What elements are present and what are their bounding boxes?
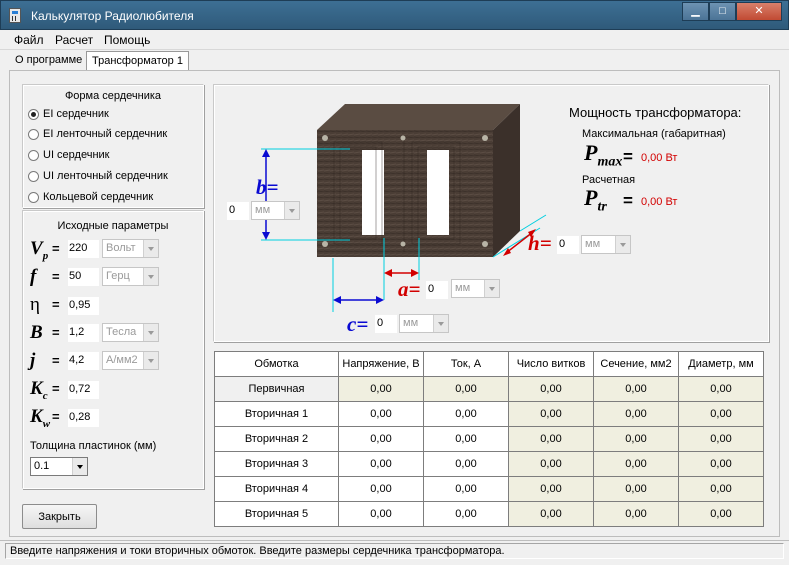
- table-cell: 0,00: [678, 451, 764, 477]
- eq-sign: =: [623, 191, 633, 210]
- table-cell: 0,00: [508, 501, 594, 527]
- table-cell: 0,00: [593, 476, 679, 502]
- table-row: Вторичная 4 0,00 0,00 0,00 0,00 0,00: [214, 476, 764, 502]
- windings-table: Обмотка Напряжение, В Ток, А Число витко…: [214, 351, 764, 527]
- table-cell[interactable]: 0,00: [423, 476, 509, 502]
- table-cell: 0,00: [593, 401, 679, 427]
- table-cell[interactable]: 0,00: [423, 426, 509, 452]
- table-cell: 0,00: [678, 501, 764, 527]
- power-title: Мощность трансформатора:: [569, 105, 742, 120]
- row-header: Вторичная 4: [214, 476, 339, 502]
- table-row: Первичная 0,00 0,00 0,00 0,00 0,00: [214, 376, 764, 402]
- table-header-row: Обмотка Напряжение, В Ток, А Число витко…: [214, 351, 764, 377]
- dim-h-unit-select[interactable]: мм: [581, 235, 631, 254]
- table-cell: 0,00: [508, 451, 594, 477]
- dim-a-unit-select[interactable]: мм: [451, 279, 500, 298]
- table-cell[interactable]: 0,00: [338, 476, 424, 502]
- status-bar: Введите напряжения и токи вторичных обмо…: [0, 540, 789, 560]
- chevron-down-icon[interactable]: [433, 315, 448, 332]
- table-cell[interactable]: 0,00: [423, 401, 509, 427]
- col-header: Напряжение, В: [338, 351, 424, 377]
- row-header: Вторичная 3: [214, 451, 339, 477]
- table-row: Вторичная 3 0,00 0,00 0,00 0,00 0,00: [214, 451, 764, 477]
- row-header: Вторичная 1: [214, 401, 339, 427]
- dim-c-unit-select[interactable]: мм: [399, 314, 449, 333]
- power-calc-value: 0,00 Вт: [641, 196, 678, 208]
- power-calc-symbol: Ptr: [584, 185, 607, 215]
- eq-sign: =: [623, 147, 633, 166]
- col-header: Сечение, мм2: [593, 351, 679, 377]
- table-cell[interactable]: 0,00: [423, 501, 509, 527]
- dim-b-label: b=: [256, 175, 279, 199]
- chevron-down-icon[interactable]: [484, 280, 499, 297]
- row-header: Вторичная 5: [214, 501, 339, 527]
- core-side-face: [493, 104, 520, 257]
- row-header: Вторичная 2: [214, 426, 339, 452]
- power-max-symbol: Pmax: [584, 140, 623, 170]
- table-cell: 0,00: [678, 401, 764, 427]
- col-header: Обмотка: [214, 351, 339, 377]
- table-cell[interactable]: 0,00: [423, 451, 509, 477]
- col-header: Ток, А: [423, 351, 509, 377]
- table-row: Вторичная 1 0,00 0,00 0,00 0,00 0,00: [214, 401, 764, 427]
- table-cell: 0,00: [678, 426, 764, 452]
- dim-h-input[interactable]: 0: [557, 236, 579, 254]
- row-header: Первичная: [214, 376, 339, 402]
- chevron-down-icon[interactable]: [615, 236, 630, 253]
- power-max-label: Максимальная (габаритная): [582, 128, 726, 140]
- table-cell: 0,00: [593, 501, 679, 527]
- table-cell: 0,00: [593, 451, 679, 477]
- dim-b-input[interactable]: 0: [227, 202, 249, 220]
- table-cell[interactable]: 0,00: [338, 401, 424, 427]
- table-cell: 0,00: [508, 401, 594, 427]
- table-cell[interactable]: 0,00: [338, 501, 424, 527]
- dim-b-unit-select[interactable]: мм: [251, 201, 300, 220]
- dim-h-label: h=: [528, 231, 552, 255]
- table-cell: 0,00: [678, 476, 764, 502]
- table-cell: 0,00: [593, 376, 679, 402]
- table-cell: 0,00: [508, 376, 594, 402]
- table-cell: 0,00: [508, 426, 594, 452]
- dim-a-label: a=: [398, 277, 421, 301]
- chevron-down-icon[interactable]: [284, 202, 299, 219]
- table-cell[interactable]: 0,00: [338, 426, 424, 452]
- table-cell[interactable]: 0,00: [338, 451, 424, 477]
- dim-c-label: c=: [347, 312, 369, 336]
- table-cell[interactable]: 0,00: [423, 376, 509, 402]
- dim-c-input[interactable]: 0: [375, 315, 397, 333]
- table-cell[interactable]: 0,00: [338, 376, 424, 402]
- col-header: Число витков: [508, 351, 594, 377]
- table-cell: 0,00: [678, 376, 764, 402]
- dim-a-input[interactable]: 0: [426, 281, 448, 299]
- power-max-value: 0,00 Вт: [641, 152, 678, 164]
- table-cell: 0,00: [593, 426, 679, 452]
- table-cell: 0,00: [508, 476, 594, 502]
- col-header: Диаметр, мм: [678, 351, 764, 377]
- core-top-face: [317, 104, 520, 130]
- status-text: Введите напряжения и токи вторичных обмо…: [5, 543, 784, 559]
- table-row: Вторичная 2 0,00 0,00 0,00 0,00 0,00: [214, 426, 764, 452]
- table-row: Вторичная 5 0,00 0,00 0,00 0,00 0,00: [214, 501, 764, 527]
